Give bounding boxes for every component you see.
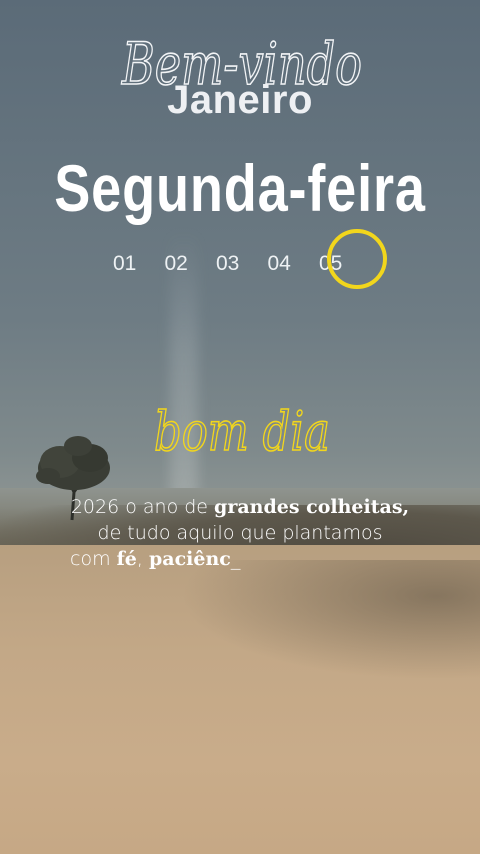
- typing-cursor: _: [230, 548, 241, 570]
- month-title: Janeiro: [167, 78, 313, 122]
- message-line-1: 2026 o ano de grandes colheitas,: [0, 494, 480, 520]
- message-word-fe: fé: [116, 548, 137, 570]
- message-line-1-prefix: 2026 o ano de: [70, 496, 215, 518]
- message-text: 2026 o ano de grandes colheitas, de tudo…: [0, 494, 480, 572]
- greeting-text: bom dia: [154, 400, 330, 463]
- message-line-3-sep: ,: [136, 548, 149, 570]
- message-line-1-bold: grandes colheitas,: [214, 496, 410, 518]
- weekday-title: Segunda-feira: [54, 151, 426, 225]
- day-item[interactable]: 02: [165, 252, 217, 282]
- message-word-paciencia: paciênc: [148, 548, 231, 570]
- greeting-script-text: bom dia: [153, 399, 331, 464]
- road-shade: [180, 560, 480, 680]
- message-line-2: de tudo aquilo que plantamos: [97, 522, 383, 544]
- day-item[interactable]: 03: [216, 252, 268, 282]
- day-item[interactable]: 04: [268, 252, 320, 282]
- message-line-3: com fé, paciênc_: [0, 546, 480, 572]
- message-line-3-prefix: com: [70, 548, 117, 570]
- day-item[interactable]: 01: [113, 252, 165, 282]
- selected-day-circle: [327, 229, 387, 289]
